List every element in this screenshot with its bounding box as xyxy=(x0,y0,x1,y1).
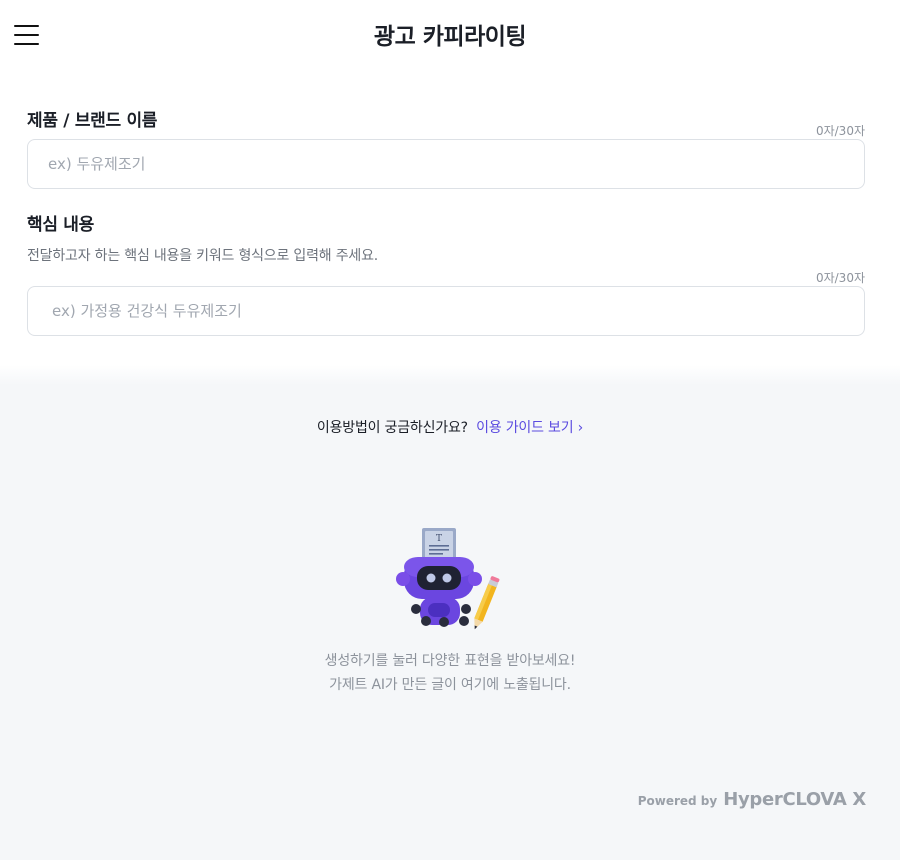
product-name-label: 제품 / 브랜드 이름 xyxy=(27,111,158,131)
powered-by: Powered by HyperCLOVA X xyxy=(637,789,867,810)
core-content-input[interactable] xyxy=(28,287,864,335)
empty-state-line-2: 가제트 AI가 만든 글이 여기에 노출됩니다. xyxy=(329,677,571,693)
core-content-helper: 전달하고자 하는 핵심 내용을 키워드 형식으로 입력해 주세요. xyxy=(27,248,379,264)
guide-link[interactable]: 이용 가이드 보기 › xyxy=(476,420,583,436)
guide-link-label: 이용 가이드 보기 xyxy=(476,420,574,436)
product-name-counter: 0자/30자 xyxy=(815,124,865,138)
product-name-field-box xyxy=(27,139,865,189)
core-content-counter: 0자/30자 xyxy=(815,271,865,285)
robot-writer-icon: T xyxy=(396,528,500,630)
app-header: 광고 카피라이팅 xyxy=(0,0,900,70)
result-panel: 이용방법이 궁금하신가요? 이용 가이드 보기 › T 생성하기를 눌러 다양한… xyxy=(0,385,900,860)
core-content-label: 핵심 내용 xyxy=(27,215,94,235)
chevron-right-icon: › xyxy=(577,420,584,436)
guide-question: 이용방법이 궁금하신가요? xyxy=(316,420,468,436)
section-fade xyxy=(0,365,900,385)
hyperclova-logo: HyperCLOVA X xyxy=(723,789,866,810)
product-name-input[interactable] xyxy=(28,140,864,188)
guide-row: 이용방법이 궁금하신가요? 이용 가이드 보기 › xyxy=(0,417,900,437)
empty-state-line-1: 생성하기를 눌러 다양한 표현을 받아보세요! xyxy=(324,653,576,669)
page-title: 광고 카피라이팅 xyxy=(373,24,527,50)
svg-text:T: T xyxy=(436,534,442,544)
core-content-field-box xyxy=(27,286,865,336)
powered-by-label: Powered by xyxy=(637,794,718,808)
